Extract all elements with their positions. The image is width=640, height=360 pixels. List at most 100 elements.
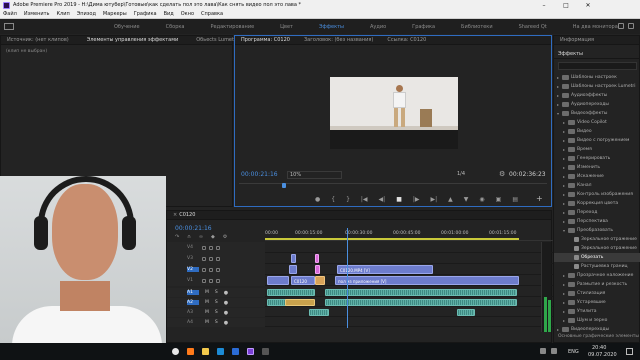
eye-icon[interactable] <box>216 278 220 283</box>
audio-clip[interactable] <box>309 309 329 316</box>
effects-tree-item[interactable]: ▸ Шаблоны настроек <box>554 73 640 82</box>
close-icon[interactable]: ✕ <box>577 2 599 9</box>
workspace-graphics[interactable]: Графика <box>412 24 435 30</box>
mark-out-icon[interactable]: } <box>346 196 350 203</box>
menu-window[interactable]: Окно <box>181 11 194 17</box>
tab-source[interactable]: Источник: (нет клипов) <box>7 37 69 43</box>
effects-tree-item[interactable]: ▸ Искажение <box>554 172 640 181</box>
tab-sequence[interactable]: C0120 <box>179 212 195 218</box>
effects-tree-item[interactable]: Зеркальное отражение <box>554 235 640 244</box>
track-lock-icon[interactable] <box>202 278 206 283</box>
timeline-clip[interactable]: C0120.MP4 [V] <box>337 265 433 274</box>
tab-program[interactable]: Программа: C0120 <box>241 37 290 43</box>
language-indicator[interactable]: ENG <box>568 349 579 355</box>
timeline-clip[interactable]: пол из приложения [V] <box>335 276 519 285</box>
workspace-libraries[interactable]: Библиотеки <box>461 24 493 30</box>
program-playhead[interactable] <box>282 183 287 188</box>
step-back-icon[interactable]: ◀| <box>379 196 386 203</box>
audio-clip[interactable] <box>325 289 517 296</box>
program-current-timecode[interactable]: 00:00:21:16 <box>241 171 278 178</box>
tab-lumetri-scopes[interactable]: Обьects Lumetri <box>196 37 237 43</box>
go-to-in-icon[interactable]: |◀ <box>361 196 368 203</box>
workspace-assembly[interactable]: Сборка <box>166 24 185 30</box>
effects-tree-item[interactable]: ▸ Стилизация <box>554 289 640 298</box>
timeline-timecode[interactable]: 00:00:21:16 <box>175 225 212 232</box>
clock-date[interactable]: 09.07.2020 <box>588 352 617 358</box>
eye-icon[interactable] <box>216 267 220 272</box>
mark-in-icon[interactable]: { <box>331 196 335 203</box>
workspace-effects[interactable]: Эффекты <box>319 24 344 30</box>
zoom-select[interactable]: 10% <box>287 171 342 179</box>
mute-button[interactable]: M <box>205 300 209 305</box>
track-lock-icon[interactable] <box>202 267 206 272</box>
timeline-clip[interactable] <box>315 265 320 274</box>
mic-icon[interactable]: ● <box>224 310 228 316</box>
menu-clip[interactable]: Клип <box>56 11 69 17</box>
home-icon[interactable] <box>4 23 14 30</box>
photoshop-icon[interactable] <box>232 348 239 355</box>
add-marker-icon[interactable]: ● <box>315 196 320 203</box>
effects-tree-item[interactable]: ▸ Изменить <box>554 163 640 172</box>
solo-button[interactable]: S <box>215 320 218 325</box>
export-frame-icon[interactable]: ◉ <box>479 196 484 203</box>
timeline-clip[interactable] <box>315 254 319 263</box>
effects-tree-item[interactable]: ▸ Прозрачное наложение <box>554 271 640 280</box>
mic-icon[interactable]: ● <box>224 320 228 326</box>
audio-clip[interactable] <box>285 299 315 306</box>
timeline-close-icon[interactable]: × <box>173 212 177 218</box>
mail-icon[interactable] <box>217 348 224 355</box>
workspace-editing[interactable]: Редактирование <box>211 24 255 30</box>
menu-help[interactable]: Справка <box>201 11 223 17</box>
effects-tree-item[interactable]: ▸ Видеопереходы <box>554 325 640 334</box>
solo-button[interactable]: S <box>215 290 218 295</box>
timeline-ruler[interactable]: 00:00 00:00:15:00 00:00:30:00 00:00:45:0… <box>265 229 553 241</box>
audio-clip[interactable] <box>325 299 517 306</box>
effects-tree-item[interactable]: ▸ Аудиоэффекты <box>554 91 640 100</box>
effects-tree-item[interactable]: ▸ Размытие и резкость <box>554 280 640 289</box>
firefox-icon[interactable] <box>187 348 194 355</box>
timeline-clip[interactable] <box>315 276 325 285</box>
workspace-learning[interactable]: Обучение <box>114 24 140 30</box>
wrench-icon[interactable]: ⚙ <box>499 170 505 178</box>
workspace-shared[interactable]: Shareed Qt <box>519 24 547 30</box>
volume-icon[interactable] <box>551 348 557 354</box>
notification-icon[interactable] <box>626 348 633 355</box>
track-sync-icon[interactable] <box>209 267 213 272</box>
effects-search-input[interactable] <box>558 62 637 70</box>
timeline-clip[interactable] <box>289 265 297 274</box>
effects-tree-item[interactable]: ▾ Преобразовать <box>554 226 640 235</box>
effects-tree-item[interactable]: ▸ Контроль изображения <box>554 190 640 199</box>
timeline-settings-icon[interactable]: ⚙ <box>223 234 227 240</box>
timeline-playhead[interactable] <box>347 228 348 328</box>
effects-tree-item[interactable]: ▸ Шум и зерно <box>554 316 640 325</box>
add-marker-timeline-icon[interactable]: ◆ <box>211 234 215 240</box>
effects-tree-item[interactable]: ▸ Время <box>554 145 640 154</box>
snap-icon[interactable]: ∩ <box>187 234 191 240</box>
menu-view[interactable]: Вид <box>164 11 174 17</box>
effects-tree-item[interactable]: ▸ Видео <box>554 127 640 136</box>
menu-sequence[interactable]: Эпизод <box>77 11 96 17</box>
menu-markers[interactable]: Маркеры <box>103 11 127 17</box>
effects-tree-item[interactable]: ▸ Генерировать <box>554 154 640 163</box>
eye-icon[interactable] <box>216 256 220 261</box>
effects-tree-item[interactable]: Зеркальное отражение <box>554 244 640 253</box>
app-icon[interactable] <box>262 348 269 355</box>
play-icon[interactable]: ■ <box>396 196 402 203</box>
quality-select[interactable]: 1/4 <box>457 171 465 177</box>
mic-icon[interactable]: ● <box>224 290 228 296</box>
timeline-clip[interactable] <box>267 276 289 285</box>
timeline-clip[interactable]: C0120 <box>291 276 315 285</box>
linked-selection-icon[interactable]: ∞ <box>199 234 203 240</box>
go-to-out-icon[interactable]: ▶| <box>431 196 438 203</box>
explorer-icon[interactable] <box>202 348 209 355</box>
workspace-audio[interactable]: Аудио <box>370 24 386 30</box>
vr-icon[interactable]: ▣ <box>496 196 502 203</box>
effects-tree-item[interactable]: ▸ Перспектива <box>554 217 640 226</box>
track-lock-icon[interactable] <box>202 256 206 261</box>
solo-button[interactable]: S <box>215 300 218 305</box>
lift-icon[interactable]: ▲ <box>448 196 453 203</box>
track-sync-icon[interactable] <box>209 256 213 261</box>
effects-tree-item[interactable]: ▸ Коррекция цвета <box>554 199 640 208</box>
effects-tree-item[interactable]: Растушевка границ <box>554 262 640 271</box>
chrome-icon[interactable] <box>172 348 179 355</box>
